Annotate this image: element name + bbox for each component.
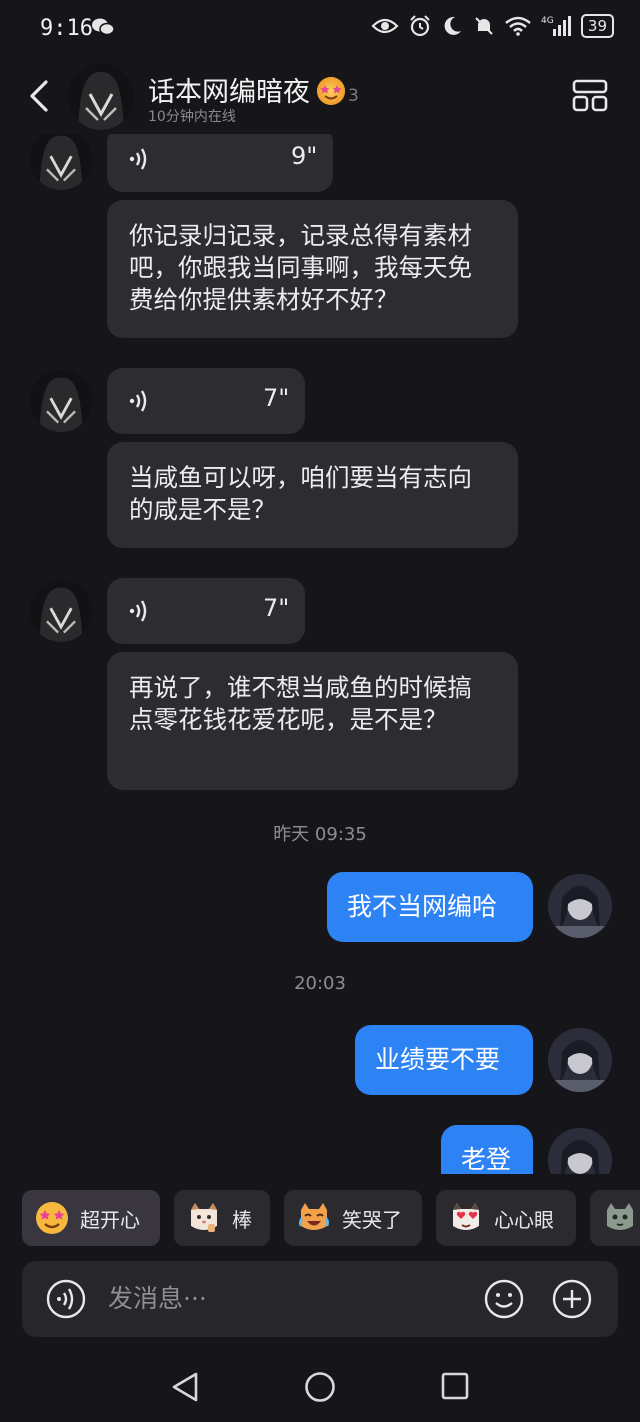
contact-avatar[interactable] (30, 370, 92, 432)
voice-duration: 9" (291, 142, 318, 170)
voice-duration: 7" (263, 384, 290, 412)
my-avatar[interactable] (548, 1128, 612, 1174)
contact-avatar[interactable] (30, 134, 92, 190)
alarm-icon (410, 15, 430, 37)
timestamp: 20:03 (294, 973, 346, 994)
wechat-icon (92, 18, 115, 40)
moon-icon (444, 16, 461, 35)
voice-input-button[interactable] (46, 1279, 86, 1319)
quick-reply-chip[interactable]: 棒 (174, 1190, 270, 1246)
status-bar: 9:16 4G 39 (0, 0, 640, 60)
contact-avatar[interactable] (30, 580, 92, 642)
message-bubble-incoming[interactable]: 当咸鱼可以呀，咱们要当有志向的咸是不是？ (107, 442, 518, 548)
eye-icon (371, 18, 399, 34)
back-button[interactable] (24, 76, 58, 116)
message-bubble-outgoing[interactable]: 我不当网编哈 (327, 872, 533, 942)
my-avatar[interactable] (548, 1028, 612, 1092)
svg-text:4G: 4G (541, 16, 554, 26)
message-bubble-outgoing[interactable]: 老登 (441, 1125, 533, 1174)
quick-reply-label: 笑哭了 (342, 1207, 402, 1232)
quick-reply-bar: 超开心 棒 笑哭了 心心眼 (0, 1190, 640, 1246)
voice-message[interactable]: 7" (107, 368, 305, 434)
triangle-back-icon (172, 1372, 198, 1402)
grid-menu-icon (572, 79, 608, 112)
nav-back-button[interactable] (170, 1371, 200, 1407)
message-bubble-outgoing[interactable]: 业绩要不要 (355, 1025, 533, 1095)
signal-icon: 4G (541, 16, 571, 36)
wifi-icon (505, 16, 531, 36)
circle-home-icon (305, 1372, 335, 1402)
contact-avatar[interactable] (68, 64, 134, 130)
smiley-icon (484, 1279, 524, 1319)
cat-emoji-icon (607, 1203, 633, 1230)
chat-settings-button[interactable] (572, 78, 608, 114)
quick-reply-label: 棒 (232, 1207, 252, 1232)
nav-home-button[interactable] (304, 1371, 336, 1407)
quick-reply-label: 超开心 (80, 1207, 140, 1232)
voice-wave-icon (129, 600, 147, 622)
plus-icon (552, 1279, 592, 1319)
badge-count: 3 (348, 86, 359, 106)
online-status: 10分钟内在线 (148, 109, 236, 125)
voice-message[interactable]: 7" (107, 578, 305, 644)
chevron-left-icon (30, 80, 48, 112)
voice-wave-icon (129, 148, 147, 170)
voice-duration: 7" (263, 594, 290, 622)
voice-wave-icon (46, 1279, 86, 1319)
contact-name-row: 话本网编暗夜 3 (148, 70, 359, 109)
my-avatar[interactable] (548, 874, 612, 938)
voice-message[interactable]: 9" (107, 134, 333, 192)
message-bubble-incoming[interactable]: 你记录归记录，记录总得有素材吧，你跟我当同事啊，我每天免费给你提供素材好不好？ (107, 200, 518, 338)
quick-reply-chip[interactable] (590, 1190, 640, 1246)
nav-recents-button[interactable] (440, 1371, 470, 1405)
star-eyes-emoji-icon (36, 1202, 68, 1234)
emoji-button[interactable] (484, 1279, 524, 1319)
message-input-bar: 发消息··· (22, 1261, 618, 1337)
message-input[interactable]: 发消息··· (108, 1261, 207, 1337)
timestamp: 昨天 09:35 (273, 824, 367, 845)
battery-indicator: 39 (580, 14, 614, 38)
status-icons: 4G 39 (371, 14, 614, 38)
voice-wave-icon (129, 390, 147, 412)
quick-reply-label: 心心眼 (494, 1207, 554, 1232)
status-time: 9:16 (40, 16, 93, 41)
chat-area[interactable]: 9" 你记录归记录，记录总得有素材吧，你跟我当同事啊，我每天免费给你提供素材好不… (0, 134, 640, 1174)
more-actions-button[interactable] (552, 1279, 592, 1319)
cat-laugh-cry-emoji-icon (298, 1203, 330, 1230)
star-eyes-emoji-icon (317, 77, 345, 105)
cat-heart-eyes-emoji-icon (453, 1203, 479, 1230)
quick-reply-chip[interactable]: 心心眼 (436, 1190, 576, 1246)
cat-thumbs-up-emoji-icon (191, 1203, 217, 1232)
mute-bell-icon (475, 17, 493, 35)
quick-reply-chip[interactable]: 超开心 (22, 1190, 160, 1246)
contact-name: 话本网编暗夜 (148, 77, 310, 108)
square-recents-icon (441, 1372, 469, 1400)
chat-header: 话本网编暗夜 3 10分钟内在线 (0, 60, 640, 134)
message-bubble-incoming[interactable]: 再说了，谁不想当咸鱼的时候搞点零花钱花爱花呢，是不是？ (107, 652, 518, 790)
system-nav-bar (0, 1345, 640, 1422)
quick-reply-chip[interactable]: 笑哭了 (284, 1190, 422, 1246)
